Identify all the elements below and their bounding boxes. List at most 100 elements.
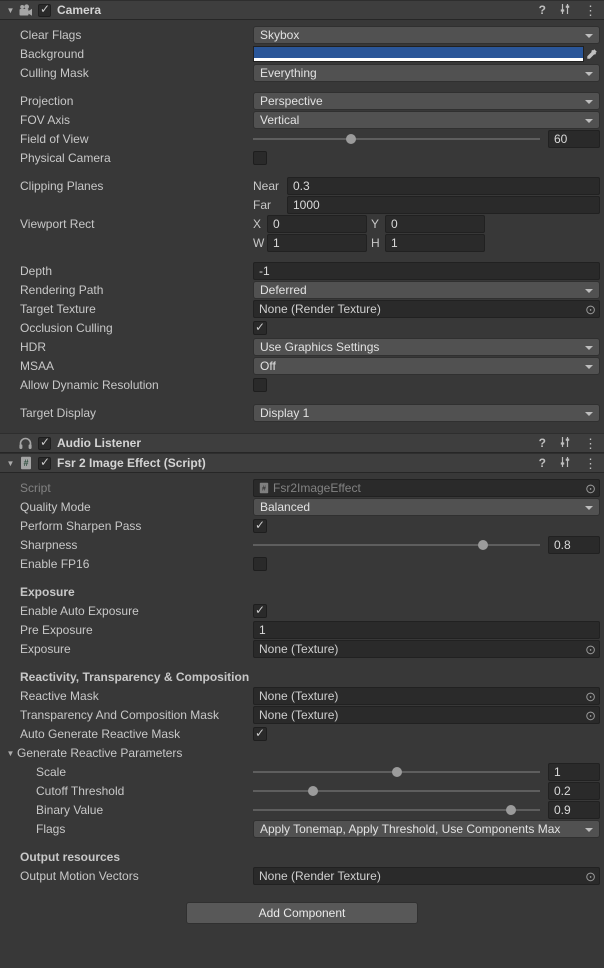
near-field[interactable]: 0.3	[287, 177, 600, 195]
value-text: -1	[259, 264, 270, 278]
viewport-h-field[interactable]: 1	[385, 234, 485, 252]
binary-value-value[interactable]: 0.9	[548, 801, 600, 819]
target-texture-object-field[interactable]: None (Render Texture) ⊙	[253, 300, 600, 318]
culling-mask-dropdown[interactable]: Everything	[253, 64, 600, 82]
viewport-x-field[interactable]: 0	[267, 215, 367, 233]
audio-listener-enabled-checkbox[interactable]	[38, 437, 51, 450]
msaa-dropdown[interactable]: Off	[253, 357, 600, 375]
slider-thumb[interactable]	[506, 805, 516, 815]
object-picker-icon[interactable]: ⊙	[585, 689, 596, 704]
slider-track	[253, 544, 540, 546]
foldout-open-icon[interactable]: ▼	[4, 6, 17, 15]
sharpness-slider[interactable]	[253, 536, 540, 554]
target-texture-label: Target Texture	[0, 302, 253, 316]
reactive-mask-object-field[interactable]: None (Texture) ⊙	[253, 687, 600, 705]
presets-icon[interactable]	[559, 436, 571, 451]
kebab-menu-icon[interactable]: ⋮	[584, 4, 597, 17]
background-color-field[interactable]	[253, 46, 600, 62]
help-icon[interactable]: ?	[539, 437, 546, 449]
presets-icon[interactable]	[559, 3, 571, 18]
color-swatch[interactable]	[253, 46, 584, 62]
chevron-down-icon	[585, 289, 593, 293]
camera-header[interactable]: ▼ Camera ? ⋮	[0, 0, 604, 20]
slider-thumb[interactable]	[346, 134, 356, 144]
fov-axis-dropdown[interactable]: Vertical	[253, 111, 600, 129]
value-text: 0.3	[293, 179, 310, 193]
rendering-path-dropdown[interactable]: Deferred	[253, 281, 600, 299]
kebab-menu-icon[interactable]: ⋮	[584, 457, 597, 470]
presets-icon[interactable]	[559, 456, 571, 471]
add-component-button[interactable]: Add Component	[186, 902, 418, 924]
row-hdr: HDR Use Graphics Settings	[0, 338, 600, 356]
perform-sharpen-pass-checkbox[interactable]	[253, 519, 267, 533]
binary-value-slider[interactable]	[253, 801, 540, 819]
cutoff-threshold-value[interactable]: 0.2	[548, 782, 600, 800]
enable-auto-exposure-checkbox[interactable]	[253, 604, 267, 618]
physical-camera-checkbox[interactable]	[253, 151, 267, 165]
script-label: Script	[0, 481, 253, 495]
component-title: Camera	[57, 3, 101, 17]
object-picker-icon[interactable]: ⊙	[585, 869, 596, 884]
scale-slider[interactable]	[253, 763, 540, 781]
camera-enabled-checkbox[interactable]	[38, 4, 51, 17]
scale-value[interactable]: 1	[548, 763, 600, 781]
row-culling-mask: Culling Mask Everything	[0, 64, 600, 82]
slider-thumb[interactable]	[308, 786, 318, 796]
field-of-view-slider[interactable]	[253, 130, 540, 148]
slider-thumb[interactable]	[478, 540, 488, 550]
sharpness-value[interactable]: 0.8	[548, 536, 600, 554]
fsr2-header[interactable]: ▼ # Fsr 2 Image Effect (Script) ? ⋮	[0, 453, 604, 473]
row-projection: Projection Perspective	[0, 92, 600, 110]
object-picker-icon[interactable]: ⊙	[585, 642, 596, 657]
flags-dropdown[interactable]: Apply Tonemap, Apply Threshold, Use Comp…	[253, 820, 600, 838]
target-display-dropdown[interactable]: Display 1	[253, 404, 600, 422]
projection-dropdown[interactable]: Perspective	[253, 92, 600, 110]
chevron-down-icon	[585, 412, 593, 416]
cutoff-threshold-slider[interactable]	[253, 782, 540, 800]
script-file-icon: #	[259, 482, 269, 494]
scale-label: Scale	[0, 765, 253, 779]
clear-flags-dropdown[interactable]: Skybox	[253, 26, 600, 44]
occlusion-culling-checkbox[interactable]	[253, 321, 267, 335]
row-pre-exposure: Pre Exposure 1	[0, 621, 600, 639]
perform-sharpen-pass-label: Perform Sharpen Pass	[0, 519, 253, 533]
auto-generate-reactive-mask-checkbox[interactable]	[253, 727, 267, 741]
row-generate-reactive-parameters: ▼ Generate Reactive Parameters	[0, 744, 600, 762]
help-icon[interactable]: ?	[539, 4, 546, 16]
foldout-open-icon[interactable]: ▼	[4, 459, 17, 468]
msaa-label: MSAA	[0, 359, 253, 373]
viewport-y-field[interactable]: 0	[385, 215, 485, 233]
enable-auto-exposure-label: Enable Auto Exposure	[0, 604, 253, 618]
object-picker-icon[interactable]: ⊙	[585, 481, 596, 496]
hdr-dropdown[interactable]: Use Graphics Settings	[253, 338, 600, 356]
output-motion-vectors-object-field[interactable]: None (Render Texture) ⊙	[253, 867, 600, 885]
viewport-w-field[interactable]: 1	[267, 234, 367, 252]
allow-dynamic-resolution-checkbox[interactable]	[253, 378, 267, 392]
exposure-object-field[interactable]: None (Texture) ⊙	[253, 640, 600, 658]
far-field[interactable]: 1000	[287, 196, 600, 214]
dropdown-value: Balanced	[260, 500, 322, 514]
slider-thumb[interactable]	[392, 767, 402, 777]
pre-exposure-field[interactable]: 1	[253, 621, 600, 639]
object-picker-icon[interactable]: ⊙	[585, 708, 596, 723]
kebab-menu-icon[interactable]: ⋮	[584, 437, 597, 450]
quality-mode-dropdown[interactable]: Balanced	[253, 498, 600, 516]
depth-field[interactable]: -1	[253, 262, 600, 280]
object-picker-icon[interactable]: ⊙	[585, 302, 596, 317]
row-auto-generate-reactive-mask: Auto Generate Reactive Mask	[0, 725, 600, 743]
svg-text:#: #	[23, 458, 28, 468]
fsr2-enabled-checkbox[interactable]	[38, 457, 51, 470]
foldout-open-icon[interactable]: ▼	[4, 749, 17, 758]
camera-body: Clear Flags Skybox Background	[0, 20, 604, 433]
object-value: None (Render Texture)	[259, 869, 381, 883]
transparency-mask-object-field[interactable]: None (Texture) ⊙	[253, 706, 600, 724]
field-of-view-value[interactable]: 60	[548, 130, 600, 148]
audio-listener-header[interactable]: Audio Listener ? ⋮	[0, 433, 604, 453]
enable-fp16-checkbox[interactable]	[253, 557, 267, 571]
chevron-down-icon	[585, 119, 593, 123]
row-clear-flags: Clear Flags Skybox	[0, 26, 600, 44]
generate-reactive-parameters-foldout[interactable]: ▼ Generate Reactive Parameters	[0, 746, 253, 760]
help-icon[interactable]: ?	[539, 457, 546, 469]
eyedropper-icon[interactable]	[584, 48, 600, 60]
binary-value-label: Binary Value	[0, 803, 253, 817]
